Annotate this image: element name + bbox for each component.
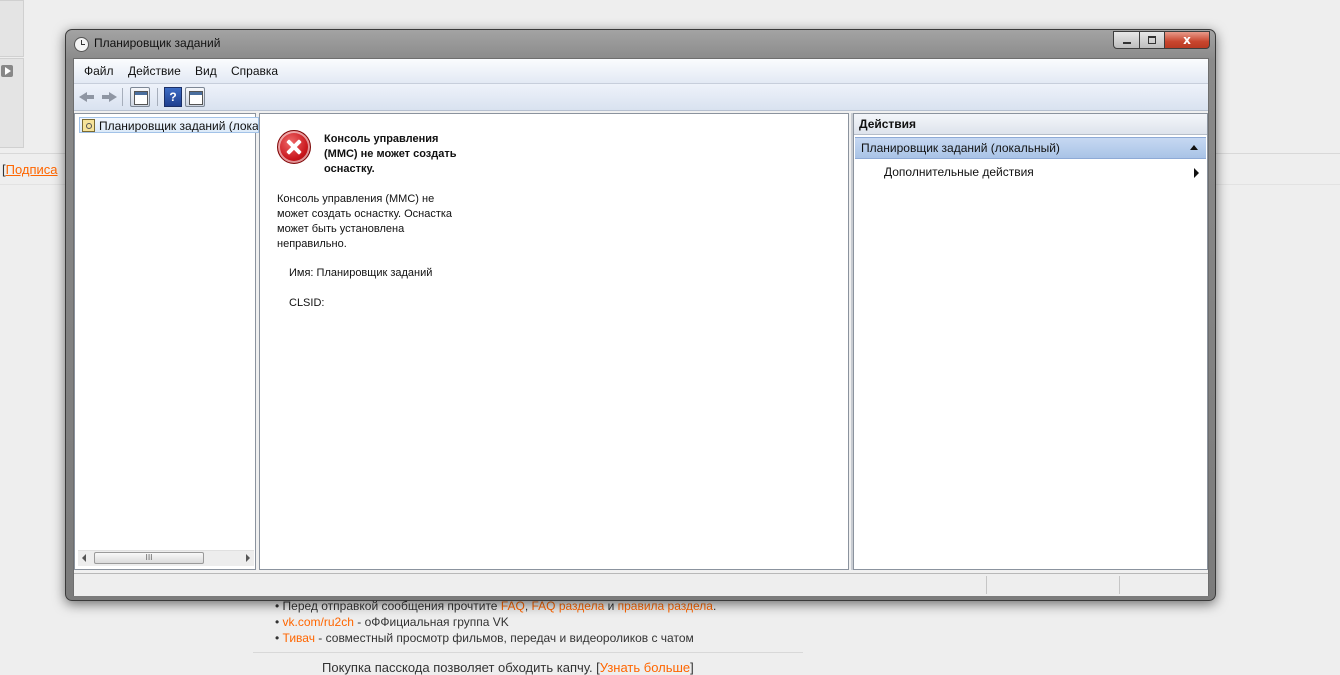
collapse-arrow-icon[interactable] (1190, 145, 1198, 150)
passcode-text: Покупка пасскода позволяет обходить капч… (322, 660, 600, 675)
background-panel-top (0, 0, 24, 57)
error-icon (277, 130, 311, 164)
toolbar-separator (157, 88, 158, 106)
learn-more-link[interactable]: Узнать больше (600, 660, 690, 675)
tree-item-task-scheduler[interactable]: Планировщик заданий (локальный) (79, 117, 259, 133)
note-tivach: • Тивач - совместный просмотр фильмов, п… (275, 631, 694, 645)
caption-buttons: x (1113, 31, 1210, 49)
actions-header: Действия (854, 114, 1207, 135)
play-icon[interactable] (1, 65, 13, 77)
note-vk: • vk.com/ru2ch - оФФициальная группа VK (275, 615, 509, 629)
error-title: Консоль управления (MMC) не может создат… (324, 133, 457, 175)
actions-section-task-scheduler[interactable]: Планировщик заданий (локальный) (855, 137, 1206, 159)
close-button[interactable]: x (1165, 31, 1210, 49)
show-hide-action-pane-button[interactable] (185, 87, 205, 107)
console-tree-icon (134, 91, 148, 105)
faq-section-link[interactable]: FAQ раздела (532, 599, 605, 613)
result-pane: Консоль управления (MMC) не может создат… (259, 113, 849, 570)
note-separator: . (712, 599, 717, 613)
back-arrow-icon[interactable] (79, 90, 95, 104)
clock-icon (74, 37, 89, 52)
horizontal-scrollbar[interactable]: III (78, 550, 254, 566)
actions-pane: Действия Планировщик заданий (локальный)… (853, 113, 1208, 570)
window-title: Планировщик заданий (94, 36, 221, 50)
show-hide-console-tree-button[interactable] (130, 87, 150, 107)
menubar: Файл Действие Вид Справка (74, 59, 1208, 84)
tivach-link[interactable]: Тивач (283, 631, 315, 645)
toolbar: ? (74, 84, 1208, 111)
toolbar-separator (122, 88, 123, 106)
note-separator: и (604, 599, 618, 613)
minimize-button[interactable] (1113, 31, 1140, 49)
menu-help[interactable]: Справка (231, 64, 278, 78)
note-tivach-text: - совместный просмотр фильмов, передач и… (314, 631, 694, 645)
vk-link[interactable]: vk.com/ru2ch (283, 615, 354, 629)
passcode-close-bracket: ] (690, 660, 694, 675)
task-scheduler-window: Планировщик заданий x Файл Действие Вид … (65, 29, 1216, 601)
subscribe-link[interactable]: Подписа (6, 162, 58, 177)
status-bar (74, 573, 1208, 596)
tree-item-label: Планировщик заданий (локальный) (99, 119, 259, 133)
snapin-name: Имя: Планировщик заданий (289, 267, 433, 279)
rules-link[interactable]: правила раздела (618, 599, 713, 613)
help-button[interactable]: ? (164, 87, 182, 107)
maximize-button[interactable] (1140, 31, 1165, 49)
forward-arrow-icon[interactable] (101, 90, 117, 104)
background-divider (253, 652, 803, 653)
note-separator: , (524, 599, 532, 613)
status-divider (1119, 576, 1120, 594)
menu-view[interactable]: Вид (195, 64, 217, 78)
submenu-arrow-icon[interactable] (1194, 168, 1199, 178)
note-faq-text: • Перед отправкой сообщения прочтите (275, 599, 501, 613)
client-area: Файл Действие Вид Справка ? Планировщик … (73, 58, 1209, 596)
scroll-left-icon[interactable] (82, 554, 86, 562)
menu-file[interactable]: Файл (84, 64, 114, 78)
menu-action[interactable]: Действие (128, 64, 181, 78)
note-vk-text: - оФФициальная группа VK (353, 615, 509, 629)
action-pane-icon (189, 91, 203, 105)
snapin-clsid: CLSID: (289, 297, 325, 309)
actions-section-label: Планировщик заданий (локальный) (861, 141, 1060, 155)
scroll-right-icon[interactable] (246, 554, 250, 562)
status-divider (986, 576, 987, 594)
console-tree-pane: Планировщик заданий (локальный) III (74, 113, 259, 570)
task-scheduler-icon (82, 119, 95, 132)
scroll-thumb[interactable]: III (94, 552, 204, 564)
more-actions-item[interactable]: Дополнительные действия (884, 165, 1034, 179)
faq-link[interactable]: FAQ (501, 599, 525, 613)
subscribe-line: [Подписа (2, 162, 58, 177)
error-description: Консоль управления (MMC) не может создат… (277, 193, 453, 250)
passcode-line: Покупка пасскода позволяет обходить капч… (322, 660, 694, 675)
background-notes: • Перед отправкой сообщения прочтите FAQ… (275, 598, 716, 646)
